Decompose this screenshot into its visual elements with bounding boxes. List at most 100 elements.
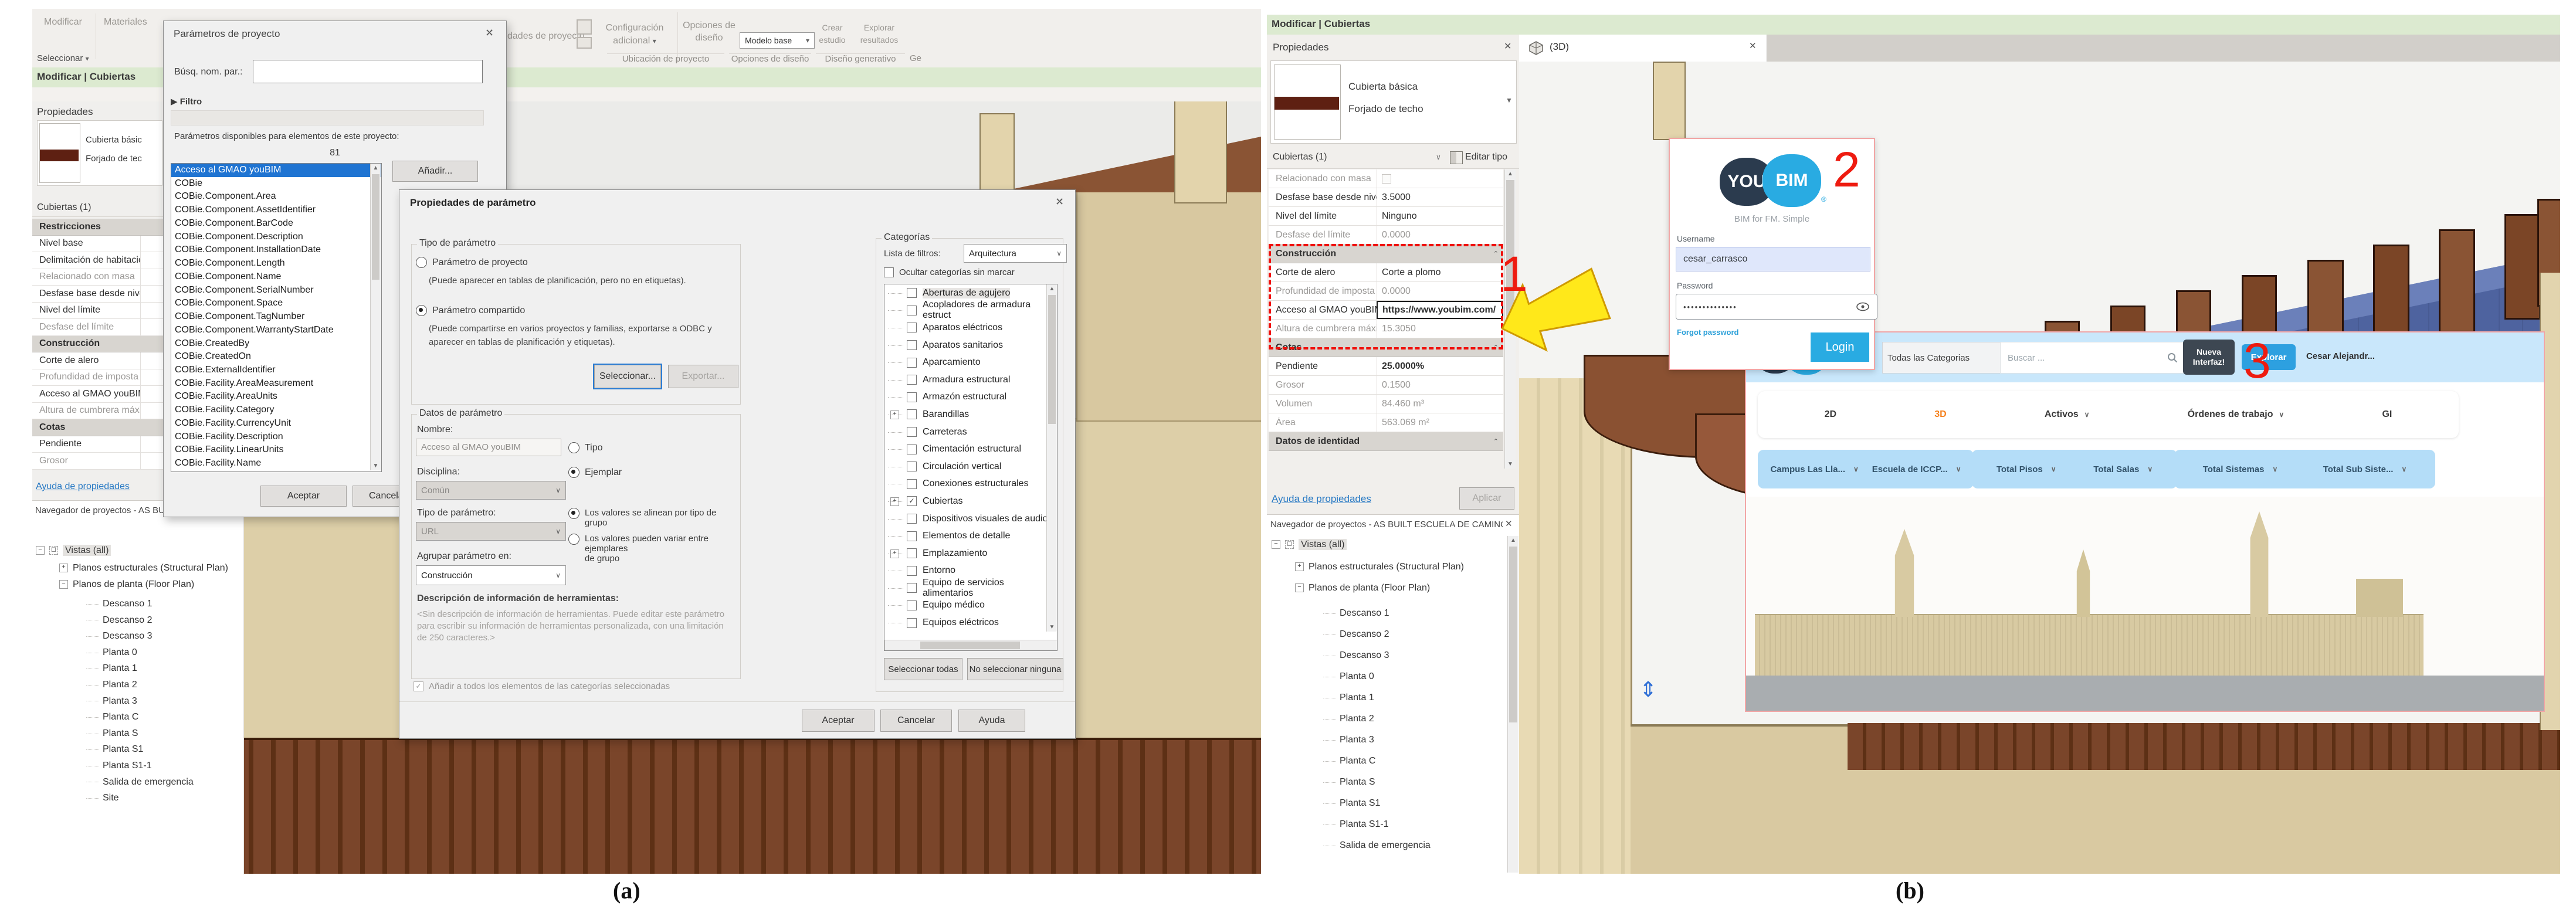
param-list-item[interactable]: COBie.Component.Name bbox=[171, 270, 381, 284]
checkbox-icon[interactable] bbox=[907, 323, 917, 332]
radio-parametro-proyecto[interactable]: Parámetro de proyecto bbox=[416, 257, 528, 268]
forgot-password-link[interactable]: Forgot password bbox=[1677, 328, 1738, 337]
modelo-base-dropdown[interactable]: Modelo base▾ bbox=[740, 32, 815, 49]
param-list-item[interactable]: COBie.Component.TagNumber bbox=[171, 310, 381, 324]
crear-estudio-button[interactable]: Crear estudio bbox=[814, 22, 851, 46]
param-list-item[interactable]: COBie.CreatedOn bbox=[171, 350, 381, 364]
filter-chip[interactable]: Escuela de ICCP...∨ bbox=[1872, 464, 1961, 474]
lista-filtros-dropdown[interactable]: Arquitectura∨ bbox=[964, 244, 1067, 263]
category-item[interactable]: +Aparatos eléctricos bbox=[884, 319, 1057, 337]
chevron-down-icon[interactable]: ▼ bbox=[1506, 96, 1513, 104]
checkbox-icon[interactable] bbox=[907, 600, 917, 610]
tree-leaf-view[interactable]: Descanso 3 bbox=[83, 628, 241, 644]
param-list-item[interactable]: COBie.Component.Area bbox=[171, 190, 381, 203]
category-item[interactable]: +Emplazamiento bbox=[884, 545, 1057, 562]
param-list-scrollbar[interactable]: ▲ ▼ bbox=[370, 164, 381, 470]
tree-leaf-view[interactable]: Planta 2 bbox=[1320, 708, 1507, 729]
filter-chip[interactable]: Total Pisos∨ bbox=[1997, 464, 2056, 474]
close-icon[interactable]: ✕ bbox=[1505, 518, 1513, 529]
tree-leaf-view[interactable]: Planta S bbox=[1320, 772, 1507, 793]
property-row[interactable]: Desfase base desde nivel3.5000 bbox=[1269, 188, 1503, 207]
property-row[interactable]: Grosor bbox=[32, 453, 164, 470]
login-button[interactable]: Login bbox=[1811, 332, 1869, 362]
param-list-item[interactable]: COBie.Component.Length bbox=[171, 257, 381, 270]
category-item[interactable]: +Aparatos sanitarios bbox=[884, 337, 1057, 354]
radio-align-group[interactable]: Los valores se alinean por tipo de grupo bbox=[568, 508, 727, 528]
param-search-input[interactable] bbox=[253, 60, 483, 83]
apply-button[interactable]: Aplicar bbox=[1459, 487, 1514, 510]
tree-leaf-view[interactable]: Planta C bbox=[1320, 751, 1507, 772]
nav-item[interactable]: Activos∨ bbox=[2045, 409, 2090, 420]
user-menu[interactable]: Cesar Alejandr... bbox=[2306, 351, 2388, 361]
nav-item[interactable]: Órdenes de trabajo∨ bbox=[2188, 409, 2284, 420]
close-icon[interactable]: ✕ bbox=[1504, 40, 1511, 52]
param-listbox[interactable]: Acceso al GMAO youBIMCOBieCOBie.Componen… bbox=[171, 163, 382, 472]
property-row[interactable]: Pendiente25.0000% bbox=[1269, 357, 1503, 376]
settings-icon-2[interactable] bbox=[577, 37, 592, 49]
browser-scrollbar-b[interactable]: ▲ bbox=[1507, 536, 1519, 873]
property-row[interactable]: Construcción bbox=[32, 336, 164, 353]
param-list-item[interactable]: COBie.Component.AssetIdentifier bbox=[171, 203, 381, 217]
category-item[interactable]: +Conexiones estructurales bbox=[884, 476, 1057, 493]
property-row[interactable]: Profundidad de imposta bbox=[32, 369, 164, 386]
property-row[interactable]: Relacionado con masa bbox=[1269, 169, 1503, 188]
checkbox-icon[interactable] bbox=[907, 358, 917, 368]
tree-leaf-view[interactable]: Planta S1 bbox=[1320, 793, 1507, 814]
property-row[interactable]: Relacionado con masa bbox=[32, 269, 164, 286]
param-list-item[interactable]: COBie.Component.InstallationDate bbox=[171, 243, 381, 257]
property-row[interactable]: Área563.069 m² bbox=[1269, 413, 1503, 432]
tree-leaf-view[interactable]: Descanso 1 bbox=[1320, 603, 1507, 624]
dialog2-cancel-button[interactable]: Cancelar bbox=[880, 710, 952, 732]
category-item[interactable]: +Aberturas de agujero bbox=[884, 284, 1057, 302]
property-row[interactable]: Volumen84.460 m³ bbox=[1269, 395, 1503, 413]
param-list-item[interactable]: COBie.Facility.AreaUnits bbox=[171, 390, 381, 403]
edit-type-button[interactable]: Editar tipo bbox=[1465, 152, 1507, 162]
checkbox-icon[interactable] bbox=[907, 462, 917, 471]
property-row[interactable]: Nivel del límite bbox=[32, 303, 164, 320]
tree-leaf-view[interactable]: Planta 2 bbox=[83, 677, 241, 693]
tree-branch-structural[interactable]: +Planos estructurales (Structural Plan) bbox=[59, 563, 228, 574]
tree-leaf-view[interactable]: Planta 1 bbox=[1320, 687, 1507, 708]
nav-item[interactable]: GI∨ bbox=[2382, 409, 2392, 420]
close-icon[interactable]: ✕ bbox=[1055, 196, 1064, 208]
property-row[interactable]: Delimitación de habitación bbox=[32, 252, 164, 269]
tree-leaf-view[interactable]: Planta 0 bbox=[83, 644, 241, 661]
settings-icon[interactable] bbox=[577, 19, 592, 35]
tree-root-row-b[interactable]: −◻Vistas (all) bbox=[1272, 539, 1347, 550]
filter-chip[interactable]: Campus Las Lla...∨ bbox=[1770, 464, 1858, 474]
property-row[interactable]: Desfase del límite0.0000 bbox=[1269, 226, 1503, 245]
param-list-item[interactable]: COBie.Facility.Description bbox=[171, 430, 381, 444]
param-list-item[interactable]: COBie.Facility.CurrencyUnit bbox=[171, 417, 381, 430]
collapse-icon[interactable]: − bbox=[59, 580, 68, 589]
checkbox-icon[interactable] bbox=[907, 583, 917, 593]
checkbox-icon[interactable] bbox=[907, 288, 917, 298]
category-item[interactable]: +Aparcamiento bbox=[884, 354, 1057, 371]
add-parameter-button[interactable]: Añadir... bbox=[392, 161, 478, 182]
seleccionar-button[interactable]: Seleccionar... bbox=[594, 365, 661, 388]
configuracion-adicional-button[interactable]: Configuración adicional ▾ bbox=[596, 22, 673, 47]
tree-leaf-view[interactable]: Planta 3 bbox=[83, 693, 241, 710]
nav-item[interactable]: 3D∨ bbox=[1934, 409, 1946, 420]
disciplina-dropdown[interactable]: Común∨ bbox=[416, 481, 566, 500]
category-item[interactable]: +Elementos de detalle bbox=[884, 527, 1057, 545]
filter-chip[interactable]: Total Sistemas∨ bbox=[2203, 464, 2278, 474]
tree-leaf-view[interactable]: Descanso 3 bbox=[1320, 645, 1507, 666]
search-input[interactable]: Buscar ... bbox=[2000, 342, 2185, 374]
property-row[interactable]: Desfase del límite bbox=[32, 319, 164, 336]
scroll-up-icon[interactable]: ▲ bbox=[371, 165, 381, 171]
scroll-up-icon[interactable]: ▲ bbox=[1047, 286, 1057, 292]
property-row[interactable]: Nivel base bbox=[32, 236, 164, 253]
type-selector-b[interactable]: Cubierta básica Forjado de techo ▼ bbox=[1270, 60, 1517, 144]
properties-help-link[interactable]: Ayuda de propiedades bbox=[36, 481, 130, 492]
category-item[interactable]: +Equipo médico bbox=[884, 597, 1057, 615]
tree-leaf-view[interactable]: Descanso 2 bbox=[1320, 624, 1507, 645]
tree-leaf-view[interactable]: Planta S1 bbox=[83, 741, 241, 758]
param-list-item[interactable]: Acceso al GMAO youBIM bbox=[171, 164, 381, 177]
dialog2-accept-button[interactable]: Aceptar bbox=[802, 710, 875, 732]
checkbox-icon[interactable] bbox=[907, 409, 917, 419]
checkbox-icon[interactable] bbox=[907, 548, 917, 558]
expand-icon[interactable]: + bbox=[59, 564, 68, 572]
close-icon[interactable]: ✕ bbox=[485, 27, 494, 39]
categories-hscroll[interactable] bbox=[884, 640, 1057, 650]
selection-row[interactable]: Cubiertas (1) bbox=[32, 200, 164, 217]
